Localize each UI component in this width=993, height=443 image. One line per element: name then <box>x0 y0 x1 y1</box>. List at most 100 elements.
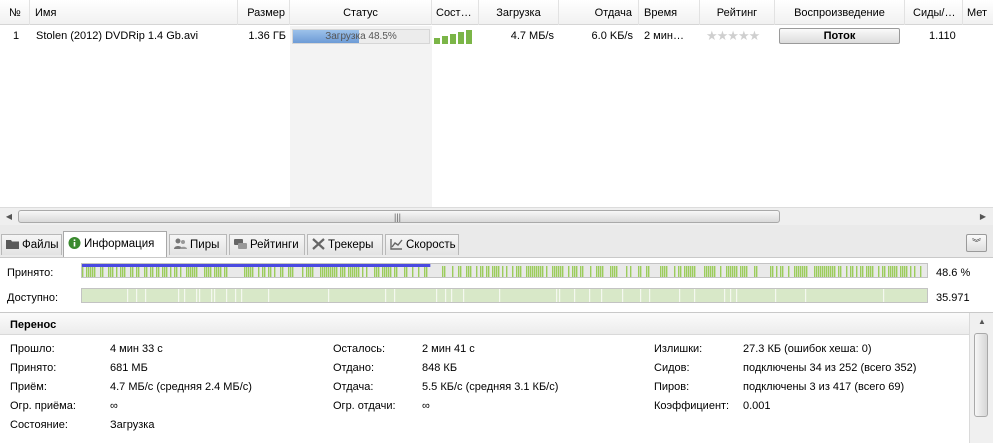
piece-stripe <box>162 266 164 277</box>
piece-stripe <box>186 266 188 277</box>
transfer-section: Перенос Прошло: 4 мин 33 с Принято: 681 … <box>0 312 993 443</box>
stream-button[interactable]: Поток <box>779 28 900 44</box>
scroll-right-icon[interactable]: ▶ <box>976 210 990 224</box>
scroll-left-icon[interactable]: ◀ <box>2 210 16 224</box>
piece-stripe <box>684 266 686 277</box>
piece-stripe <box>730 266 732 277</box>
piece-stripe <box>274 266 276 277</box>
available-label: Доступно: <box>7 292 59 304</box>
col-header-state[interactable]: Сост… <box>432 0 479 25</box>
piece-stripe <box>192 266 194 277</box>
rating-stars-icon[interactable]: ★★★★★ <box>706 26 760 46</box>
piece-stripe <box>780 266 782 277</box>
piece-stripe <box>590 266 592 277</box>
piece-stripe <box>424 266 426 277</box>
piece-stripe <box>445 289 447 302</box>
piece-stripe <box>734 266 736 277</box>
piece-stripe <box>388 266 390 277</box>
piece-stripe <box>542 266 544 277</box>
download-limit-value: ∞ <box>110 400 118 412</box>
piece-stripe <box>100 266 102 277</box>
col-header-meta[interactable]: Мет <box>963 0 993 25</box>
piece-stripe <box>572 266 574 277</box>
piece-stripe <box>386 266 388 277</box>
piece-stripe <box>589 289 591 302</box>
piece-stripe <box>822 266 824 277</box>
col-header-name[interactable]: Имя <box>30 0 238 25</box>
piece-stripe <box>690 266 692 277</box>
col-header-status[interactable]: Статус <box>290 0 432 25</box>
horizontal-scrollbar[interactable]: ◀ ||| ▶ <box>0 207 993 225</box>
piece-stripe <box>344 266 346 277</box>
tab-peers[interactable]: Пиры <box>169 234 227 255</box>
piece-stripe <box>554 266 556 277</box>
piece-stripe <box>199 289 201 302</box>
piece-stripe <box>124 266 126 277</box>
piece-stripe <box>662 266 664 277</box>
received-pieces-bar <box>81 263 928 278</box>
piece-stripe <box>736 289 738 302</box>
piece-stripe <box>150 266 152 277</box>
scroll-up-icon[interactable]: ▲ <box>975 317 989 329</box>
piece-stripe <box>616 266 618 277</box>
tab-label: Рейтинги <box>250 239 299 251</box>
col-header-num[interactable]: № <box>0 0 30 25</box>
piece-stripe <box>352 266 354 277</box>
tab-ratings[interactable]: Рейтинги <box>229 234 305 255</box>
piece-stripe <box>282 266 284 277</box>
col-header-rating[interactable]: Рейтинг <box>700 0 775 25</box>
piece-stripe <box>144 266 146 277</box>
col-header-upload[interactable]: Отдача <box>559 0 639 25</box>
scrollbar-thumb[interactable] <box>974 333 988 417</box>
piece-stripe <box>174 266 176 277</box>
piece-stripe <box>350 266 352 277</box>
row-num: 1 <box>13 30 20 42</box>
piece-stripe <box>376 266 378 277</box>
piece-stripe <box>332 266 334 277</box>
piece-stripe <box>601 289 603 302</box>
piece-stripe <box>394 289 396 302</box>
piece-stripe <box>268 289 270 302</box>
piece-stripe <box>444 266 446 277</box>
piece-stripe <box>176 266 178 277</box>
piece-stripe <box>856 266 858 277</box>
piece-stripe <box>190 266 192 277</box>
piece-stripe <box>870 266 872 277</box>
available-value: 35.971 <box>936 292 970 304</box>
tab-trackers[interactable]: Трекеры <box>307 234 383 255</box>
upload-rate-label: Отдача: <box>333 381 374 393</box>
download-progress-bar: Загрузка 48.5% <box>292 29 430 44</box>
tab-files[interactable]: Файлы <box>1 234 62 255</box>
piece-stripe <box>302 266 304 277</box>
piece-stripe <box>326 266 328 277</box>
torrent-list[interactable]: № Имя Размер Статус Сост… Загрузка Отдач… <box>0 0 993 207</box>
piece-stripe <box>204 266 206 277</box>
col-header-seeds[interactable]: Сиды/… <box>905 0 963 25</box>
piece-stripe <box>648 266 650 277</box>
piece-stripe <box>436 289 438 302</box>
piece-stripe <box>712 266 714 277</box>
piece-stripe <box>463 289 465 302</box>
piece-stripe <box>358 266 360 277</box>
scrollbar-thumb[interactable]: ||| <box>18 210 780 223</box>
col-header-download[interactable]: Загрузка <box>479 0 559 25</box>
ratio-label: Коэффициент: <box>654 400 730 412</box>
tab-speed[interactable]: Скорость <box>385 234 459 255</box>
piece-stripe <box>560 266 562 277</box>
piece-stripe <box>306 266 308 277</box>
tab-info[interactable]: Информация <box>63 231 167 257</box>
piece-stripe <box>498 266 500 277</box>
piece-stripe <box>330 266 332 277</box>
col-header-playback[interactable]: Воспроизведение <box>775 0 905 25</box>
col-header-size[interactable]: Размер <box>238 0 290 25</box>
available-pieces-bar <box>81 288 928 303</box>
col-header-time[interactable]: Время <box>639 0 700 25</box>
piece-stripe <box>824 266 826 277</box>
piece-stripe <box>720 266 722 277</box>
piece-stripe <box>816 266 818 277</box>
vertical-scrollbar[interactable]: ▲ <box>969 313 993 443</box>
completion-line <box>82 264 431 267</box>
collapse-panel-button[interactable]: ︾ <box>966 234 987 252</box>
piece-stripe <box>666 266 668 277</box>
piece-stripe <box>770 266 772 277</box>
